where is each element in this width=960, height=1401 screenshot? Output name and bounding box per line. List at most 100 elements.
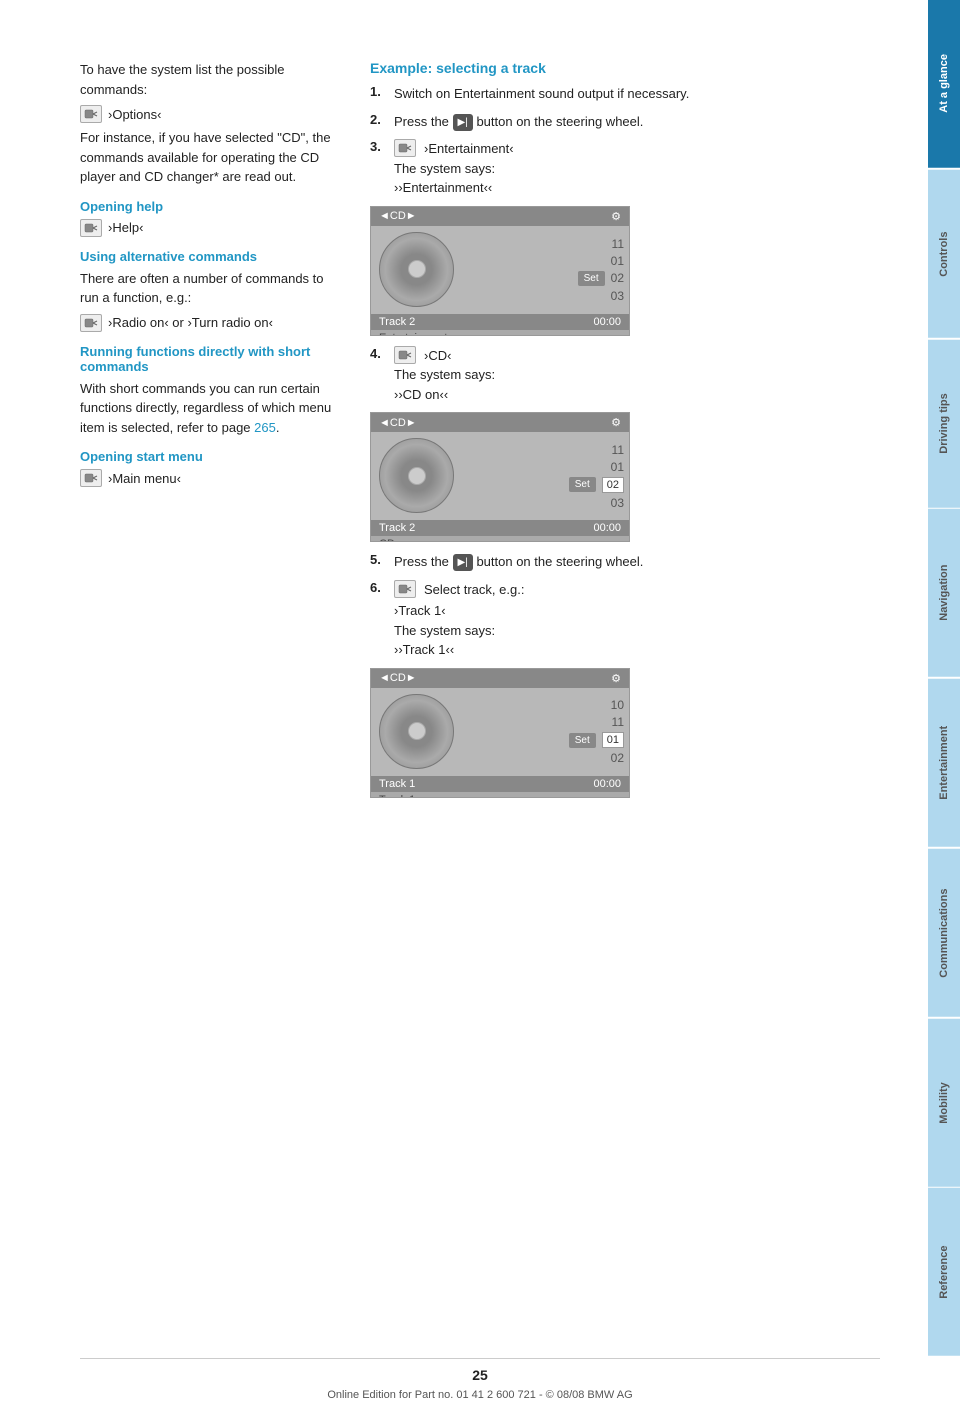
page-number: 25 — [80, 1367, 880, 1383]
step-6-voice: Select track, e.g.: — [424, 580, 524, 600]
screen-1-time: 00:00 — [593, 316, 621, 328]
right-column: Example: selecting a track 1. Switch on … — [370, 60, 888, 1298]
step-1: 1. Switch on Entertainment sound output … — [370, 84, 888, 104]
screen-3-title: CD — [390, 672, 406, 684]
sidebar-tab-reference[interactable]: Reference — [928, 1188, 960, 1356]
screen-1-track-label: Track 2 — [379, 316, 415, 328]
voice-icon-help — [80, 219, 102, 237]
sidebar-tab-driving-tips[interactable]: Driving tips — [928, 340, 960, 508]
voice-icon-main — [80, 469, 102, 487]
short-commands-page-link[interactable]: 265 — [254, 420, 276, 435]
voice-icon-3 — [394, 139, 416, 157]
screen-3-prev-icon: ◄ — [379, 672, 390, 684]
screen-3-time: 00:00 — [593, 778, 621, 790]
short-commands-body: With short commands you can run certain … — [80, 379, 340, 438]
short-commands-heading: Running functions directly with short co… — [80, 344, 340, 374]
screen-1-track-01: 01 — [462, 254, 624, 268]
alt-example-cmd-text: ›Radio on‹ or ›Turn radio on‹ — [108, 315, 273, 330]
screen-2-time: 00:00 — [593, 522, 621, 534]
sidebar: At a glance Controls Driving tips Naviga… — [928, 0, 960, 1358]
screen-1-title: CD — [390, 210, 406, 222]
left-column: To have the system list the possible com… — [80, 60, 340, 1298]
step-6: 6. Select track, e.g.: ›Track 1‹ — [370, 580, 888, 660]
step-4-content: ›CD‹ The system says: ››CD on‹‹ — [394, 346, 888, 405]
step-3-response: ››Entertainment‹‹ — [394, 178, 888, 198]
step-3-voice: ›Entertainment‹ — [424, 139, 514, 159]
example-heading: Example: selecting a track — [370, 60, 888, 76]
set-btn-3: Set — [569, 733, 596, 748]
screen-3-track-01-box: 01 — [602, 732, 624, 748]
alt-commands-body: There are often a number of commands to … — [80, 269, 340, 308]
screen-3-disc — [379, 694, 454, 769]
screen-1-track-02: 02 — [611, 271, 624, 285]
screen-3-disc-inner — [408, 722, 426, 740]
screen-2: ◄ CD ► ⚙ 11 01 Set 02 — [370, 412, 630, 542]
sidebar-tab-mobility[interactable]: Mobility — [928, 1019, 960, 1187]
screen-2-track-set: Set 02 — [462, 477, 624, 493]
voice-icon-6 — [394, 580, 416, 598]
steering-btn-2: ▶| — [453, 554, 473, 571]
step-6-num: 6. — [370, 580, 386, 595]
screen-2-footer: Track 2 00:00 — [371, 520, 629, 536]
screen-2-disc-inner — [408, 467, 426, 485]
screen-3-track-10: 10 — [462, 698, 624, 712]
opening-help-heading: Opening help — [80, 199, 340, 214]
screen-1-next-icon: ► — [406, 210, 417, 222]
screen-3-header: ◄ CD ► ⚙ — [371, 669, 629, 688]
screen-2-settings-icon: ⚙ — [611, 416, 621, 429]
screen-1-prev-icon: ◄ — [379, 210, 390, 222]
options-cmd-text: ›Options‹ — [108, 107, 161, 122]
screen-1-footer: Track 2 00:00 — [371, 314, 629, 330]
screen-3-next-icon: ► — [406, 672, 417, 684]
sidebar-tab-at-a-glance[interactable]: At a glance — [928, 0, 960, 168]
step-6-response: ››Track 1‹‹ — [394, 640, 888, 660]
step-3-num: 3. — [370, 139, 386, 154]
alt-example-cmd-row: ›Radio on‹ or ›Turn radio on‹ — [80, 314, 340, 332]
screen-2-track-11: 11 — [462, 443, 624, 457]
screen-2-disc — [379, 438, 454, 513]
online-edition: Online Edition for Part no. 01 41 2 600 … — [327, 1389, 632, 1401]
options-cmd-row: ›Options‹ — [80, 105, 340, 123]
screen-2-bottom-label: CD — [371, 536, 629, 542]
help-cmd-text: ›Help‹ — [108, 220, 143, 235]
step-4-response: ››CD on‹‹ — [394, 385, 888, 405]
screen-1: ◄ CD ► ⚙ 11 01 Set 02 — [370, 206, 630, 336]
screen-2-tracks: 11 01 Set 02 03 — [462, 432, 629, 520]
screen-1-track-11: 11 — [462, 237, 624, 251]
screen-2-prev-icon: ◄ — [379, 417, 390, 429]
step-3-system-says: The system says: — [394, 159, 888, 179]
screen-3-tracks: 10 11 Set 01 02 — [462, 688, 629, 776]
set-btn-2: Set — [569, 477, 596, 492]
step-4-system-says: The system says: — [394, 365, 888, 385]
sidebar-tab-entertainment[interactable]: Entertainment — [928, 679, 960, 847]
step-3-content: ›Entertainment‹ The system says: ››Enter… — [394, 139, 888, 198]
step-6-track-cmd: ›Track 1‹ — [394, 601, 888, 621]
screen-1-disc-inner — [408, 260, 426, 278]
screen-2-track-label: Track 2 — [379, 522, 415, 534]
alt-commands-heading: Using alternative commands — [80, 249, 340, 264]
screen-3-body: 10 11 Set 01 02 — [371, 688, 629, 776]
page-footer: 25 Online Edition for Part no. 01 41 2 6… — [80, 1358, 880, 1401]
step-3: 3. ›Entertainment‹ The system says: — [370, 139, 888, 198]
screen-1-track-set: Set 02 — [462, 271, 624, 286]
screen-3-track-label: Track 1 — [379, 778, 415, 790]
step-5-content: Press the ▶| button on the steering whee… — [394, 552, 888, 572]
screen-3: ◄ CD ► ⚙ 10 11 Set 01 — [370, 668, 630, 798]
screen-3-track-set: Set 01 — [462, 732, 624, 748]
screen-1-bottom-label: Entertainment — [371, 330, 629, 336]
sidebar-tab-controls[interactable]: Controls — [928, 170, 960, 338]
sidebar-tab-navigation[interactable]: Navigation — [928, 509, 960, 677]
intro-text: To have the system list the possible com… — [80, 60, 340, 99]
step-2-content: Press the ▶| button on the steering whee… — [394, 112, 888, 132]
voice-icon-4 — [394, 346, 416, 364]
screen-3-footer: Track 1 00:00 — [371, 776, 629, 792]
sidebar-tab-communications[interactable]: Communications — [928, 849, 960, 1017]
screen-1-tracks: 11 01 Set 02 03 — [462, 226, 629, 314]
voice-icon-alt — [80, 314, 102, 332]
screen-3-settings-icon: ⚙ — [611, 672, 621, 685]
screen-1-track-03: 03 — [462, 289, 624, 303]
main-menu-cmd-text: ›Main menu‹ — [108, 471, 181, 486]
screen-2-body: 11 01 Set 02 03 — [371, 432, 629, 520]
for-instance-text: For instance, if you have selected "CD",… — [80, 128, 340, 187]
step-6-system-says: The system says: — [394, 621, 888, 641]
